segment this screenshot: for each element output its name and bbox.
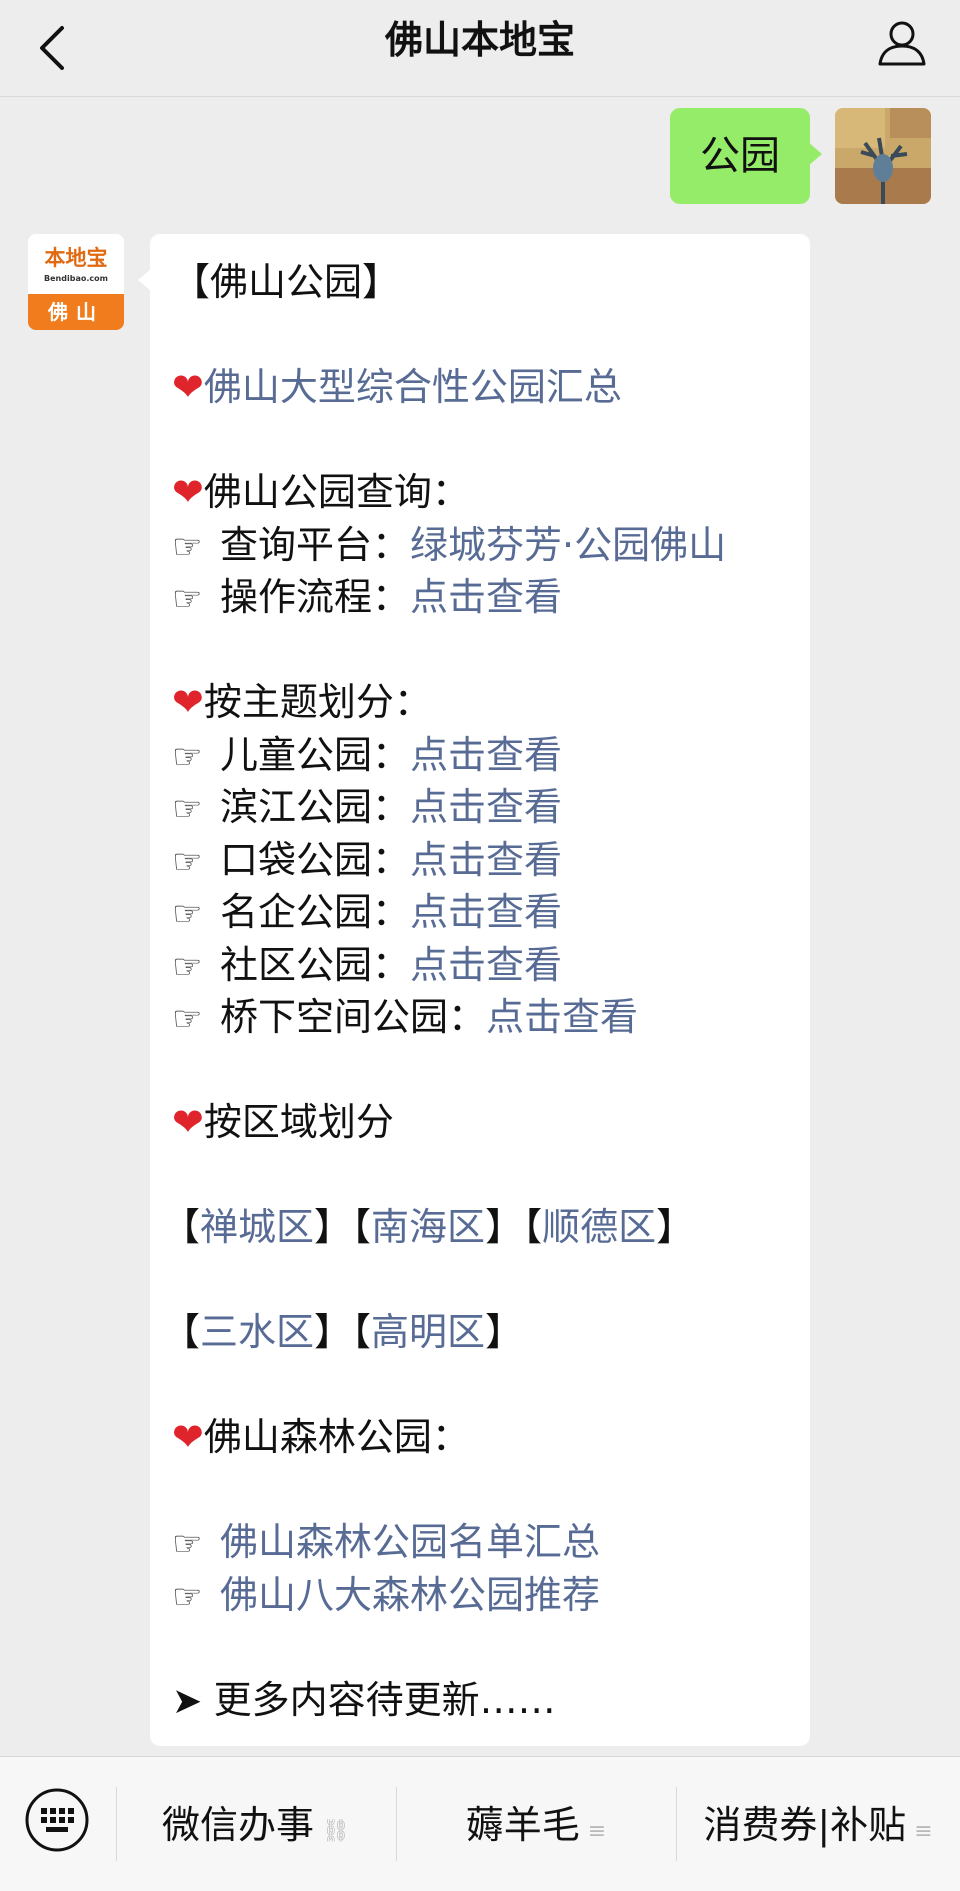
theme-link[interactable]: 点击查看 (410, 943, 562, 987)
forest-recommend-link[interactable]: 佛山八大森林公园推荐 (220, 1573, 600, 1617)
platform-link[interactable]: 绿城芬芳·公园佛山 (410, 523, 726, 567)
process-link[interactable]: 点击查看 (410, 575, 562, 619)
forest-heading: 佛山森林公园： (203, 1415, 470, 1459)
query-heading-line: ❤佛山公园查询： (172, 466, 810, 519)
logo-subtext: Bendibao.com (44, 274, 108, 283)
summary-line: ❤佛山大型综合性公园汇总 (172, 361, 810, 414)
district-heading: 按区域划分 (203, 1100, 394, 1144)
pointing-hand-icon: ☞ (172, 841, 203, 882)
forest-list-link[interactable]: 佛山森林公园名单汇总 (220, 1520, 600, 1564)
menu-item-label: 薅羊毛 (465, 1803, 580, 1847)
heart-icon: ❤ (172, 365, 204, 409)
theme-link[interactable]: 点击查看 (410, 733, 562, 777)
forest-link-line-2: ☞ 佛山八大森林公园推荐 (172, 1569, 810, 1622)
theme-heading-line: ❤按主题划分： (172, 676, 810, 729)
pointing-hand-icon: ☞ (172, 579, 203, 619)
district-row-2: 【三水区】【高明区】 (162, 1310, 524, 1354)
theme-label: 名企公园： (220, 890, 411, 934)
theme-link[interactable]: 点击查看 (410, 890, 562, 934)
district-link[interactable]: 顺德区 (542, 1205, 656, 1249)
theme-label: 桥下空间公园： (220, 995, 487, 1039)
district-link[interactable]: 南海区 (371, 1205, 485, 1249)
logo-text: 本地宝 (44, 245, 108, 270)
heart-icon: ❤ (172, 1100, 204, 1144)
top-bar: 佛山本地宝 (0, 0, 960, 97)
district-link[interactable]: 高明区 (371, 1310, 485, 1354)
theme-item-pocket: ☞ 口袋公园：点击查看 (172, 834, 810, 887)
message-title: 【佛山公园】 (172, 260, 401, 304)
menu-item-wechat-services[interactable]: 微信办事 ⛓ (116, 1785, 396, 1865)
list-icon: ≡ (587, 1819, 607, 1844)
forest-heading-line: ❤佛山森林公园： (172, 1411, 810, 1464)
summary-link[interactable]: 佛山大型综合性公园汇总 (204, 365, 622, 409)
logo-area: 本地宝 Bendibao.com (28, 234, 124, 294)
district-row-1: 【禅城区】【南海区】【顺德区】 (162, 1205, 695, 1249)
outgoing-message-bubble[interactable]: 公园 (670, 108, 822, 204)
theme-item-community: ☞ 社区公园：点击查看 (172, 939, 810, 992)
pointing-hand-icon: ☞ (172, 946, 203, 987)
process-label: 操作流程： (220, 575, 411, 619)
list-icon: ≡ (914, 1819, 933, 1844)
query-heading: 佛山公园查询： (203, 470, 470, 514)
theme-label: 社区公园： (220, 942, 411, 987)
painting-avatar-image (835, 108, 931, 204)
platform-line: ☞ 查询平台：绿城芬芳·公园佛山 (172, 519, 810, 572)
theme-label: 滨江公园： (220, 785, 411, 829)
pointing-hand-icon: ☞ (172, 789, 203, 829)
pointing-hand-icon: ☞ (172, 999, 203, 1039)
pointing-hand-icon: ☞ (172, 1576, 203, 1617)
theme-link[interactable]: 点击查看 (486, 995, 638, 1039)
arrow-icon: ➤ (172, 1680, 214, 1722)
process-line: ☞ 操作流程：点击查看 (172, 571, 810, 624)
more-text: 更多内容待更新…… (213, 1677, 556, 1722)
theme-item-underbridge: ☞ 桥下空间公园：点击查看 (172, 991, 810, 1044)
link-icon: ⛓ (322, 1819, 350, 1844)
heart-icon: ❤ (172, 1415, 204, 1459)
incoming-message-bubble: 【佛山公园】 ❤佛山大型综合性公园汇总 ❤佛山公园查询： ☞ 查询平台：绿城芬芳·… (138, 234, 810, 1746)
keyboard-icon[interactable] (24, 1787, 90, 1853)
menu-item-label: 微信办事 (162, 1803, 315, 1847)
theme-item-riverside: ☞ 滨江公园：点击查看 (172, 781, 810, 834)
pointing-hand-icon: ☞ (172, 736, 203, 777)
user-avatar[interactable] (835, 108, 931, 204)
heart-icon: ❤ (172, 680, 204, 724)
theme-link[interactable]: 点击查看 (410, 838, 562, 882)
menu-item-coupons[interactable]: 消费券|补贴 ≡ (676, 1785, 960, 1865)
heart-icon: ❤ (172, 470, 204, 514)
pointing-hand-icon: ☞ (172, 526, 203, 567)
pointing-hand-icon: ☞ (172, 1524, 203, 1564)
theme-label: 儿童公园： (220, 732, 411, 777)
theme-heading: 按主题划分： (203, 680, 432, 724)
pointing-hand-icon: ☞ (172, 894, 203, 934)
bottom-menu-bar: 微信办事 ⛓ 薅羊毛 ≡ 消费券|补贴 ≡ (0, 1756, 960, 1891)
theme-item-enterprise: ☞ 名企公园：点击查看 (172, 886, 810, 939)
theme-item-children: ☞ 儿童公园：点击查看 (172, 729, 810, 782)
district-link[interactable]: 禅城区 (200, 1205, 314, 1249)
bot-avatar[interactable]: 本地宝 Bendibao.com 佛山 (28, 234, 124, 330)
logo-city: 佛山 (28, 294, 124, 330)
district-link[interactable]: 三水区 (200, 1310, 314, 1354)
menu-item-deals[interactable]: 薅羊毛 ≡ (396, 1785, 676, 1865)
chat-title: 佛山本地宝 (384, 18, 575, 62)
user-profile-icon[interactable] (874, 14, 930, 70)
theme-label: 口袋公园： (220, 837, 411, 882)
theme-link[interactable]: 点击查看 (410, 785, 562, 829)
menu-item-label: 消费券|补贴 (703, 1803, 907, 1847)
forest-link-line-1: ☞ 佛山森林公园名单汇总 (172, 1516, 810, 1569)
district-heading-line: ❤按区域划分 (172, 1096, 810, 1149)
more-line: ➤ 更多内容待更新…… (172, 1674, 810, 1727)
platform-label: 查询平台： (220, 522, 411, 567)
